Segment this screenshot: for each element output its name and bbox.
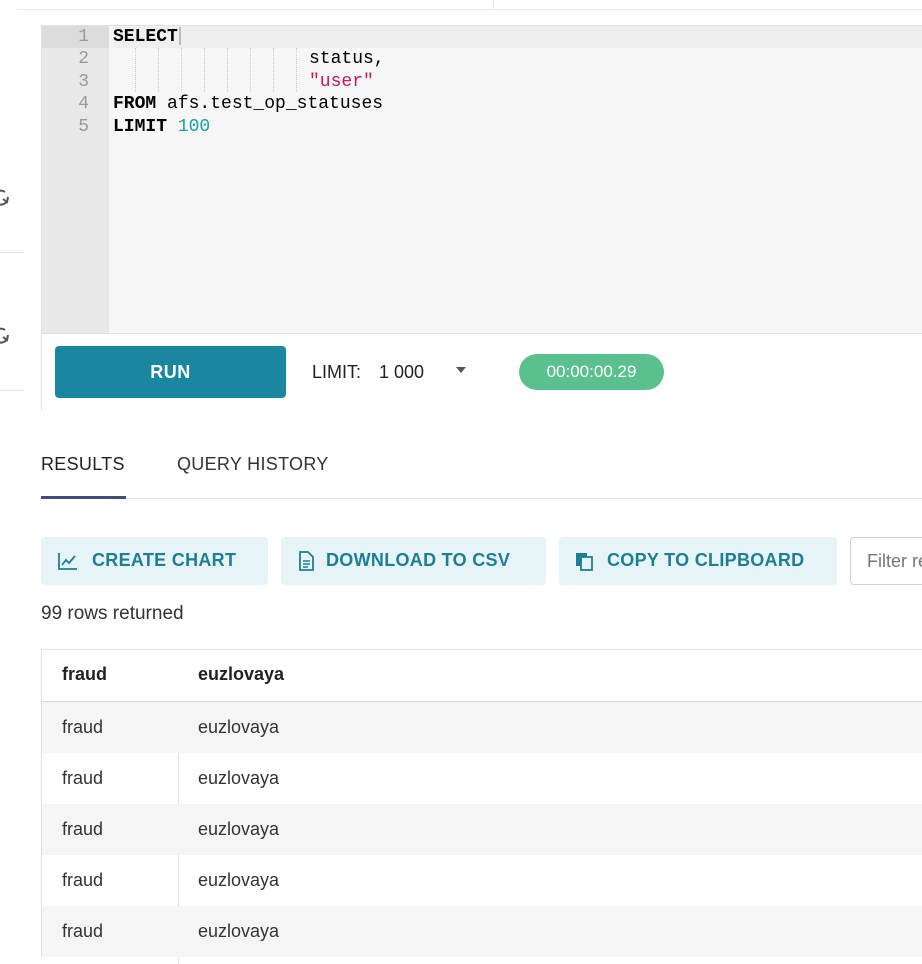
refresh-icon[interactable] xyxy=(0,326,10,346)
download-csv-label: DOWNLOAD TO CSV xyxy=(326,550,511,570)
top-tab-strip xyxy=(18,0,922,10)
sql-editor-panel: 1 2 3 4 5 SELECT status, "user" FROM afs… xyxy=(41,25,922,412)
active-line-highlight xyxy=(113,26,922,48)
table-row: fraud euzlovaya xyxy=(42,906,922,957)
number-literal: 100 xyxy=(177,117,211,137)
line-number: 2 xyxy=(78,49,89,69)
filter-results-input[interactable] xyxy=(850,537,922,585)
keyword-from: FROM xyxy=(113,94,157,114)
table-cell: euzlovaya xyxy=(198,768,280,788)
table-header: fraud euzlovaya xyxy=(42,650,922,702)
create-chart-button[interactable]: CREATE CHART xyxy=(41,537,268,585)
table-cell: fraud xyxy=(62,921,104,941)
line-chart-icon xyxy=(57,550,79,572)
copy-clipboard-label: COPY TO CLIPBOARD xyxy=(607,550,805,570)
column-header[interactable]: fraud xyxy=(62,664,107,685)
results-tabs: RESULTS QUERY HISTORY xyxy=(41,440,922,499)
tab-results[interactable]: RESULTS xyxy=(41,454,125,475)
indent-guide xyxy=(204,48,205,92)
line-number: 1 xyxy=(78,27,89,47)
table-cell: euzlovaya xyxy=(198,819,280,839)
column-header[interactable]: euzlovaya xyxy=(198,664,284,685)
run-button[interactable]: RUN xyxy=(55,346,286,398)
copy-clipboard-button[interactable]: COPY TO CLIPBOARD xyxy=(559,537,837,585)
code-line-5: LIMIT 100 xyxy=(113,116,210,138)
active-tab-indicator xyxy=(41,496,126,499)
indent-guide xyxy=(135,48,136,92)
table-row: fraud euzlovaya xyxy=(42,702,922,753)
line-number: 4 xyxy=(78,94,89,114)
results-table: fraud euzlovaya fraud euzlovaya fraud eu… xyxy=(41,649,922,964)
limit-label: LIMIT: xyxy=(312,362,362,382)
tab-query-history[interactable]: QUERY HISTORY xyxy=(177,454,329,475)
keyword-limit: LIMIT xyxy=(113,117,168,137)
code-line-1: SELECT xyxy=(113,26,181,48)
table-cell: euzlovaya xyxy=(198,921,280,941)
indent-guide xyxy=(250,48,251,92)
table-cell: euzlovaya xyxy=(198,717,280,737)
caret-down-icon[interactable] xyxy=(456,367,466,373)
line-number-gutter: 1 2 3 4 5 xyxy=(42,26,109,333)
table-cell: fraud xyxy=(62,819,104,839)
rows-returned-count: 99 rows returned xyxy=(41,603,184,624)
string-literal: "user" xyxy=(309,72,374,92)
indent-guide xyxy=(181,48,182,92)
table-row: fraud euzlovaya xyxy=(42,753,922,804)
table-cell: fraud xyxy=(62,768,104,788)
table-cell: euzlovaya xyxy=(198,870,280,890)
table-cell: fraud xyxy=(62,870,104,890)
code-line-3: "user" xyxy=(309,71,374,93)
sql-editor[interactable]: 1 2 3 4 5 SELECT status, "user" FROM afs… xyxy=(42,26,922,333)
table-row: fraud euzlovaya xyxy=(42,855,922,906)
indent-guide xyxy=(273,48,274,92)
query-timer-badge: 00:00:00.29 xyxy=(519,354,664,390)
line-number: 5 xyxy=(78,117,89,137)
line-number: 3 xyxy=(78,72,89,92)
table-cell: fraud xyxy=(62,717,104,737)
create-chart-label: CREATE CHART xyxy=(92,550,237,570)
indent-guide xyxy=(296,48,297,92)
rail-divider xyxy=(0,390,24,391)
table-identifier: afs.test_op_statuses xyxy=(156,94,384,114)
limit-select[interactable]: 1 000 xyxy=(379,362,424,383)
download-csv-button[interactable]: DOWNLOAD TO CSV xyxy=(281,537,546,585)
indent-guide xyxy=(158,48,159,92)
clipboard-icon xyxy=(573,550,595,572)
code-line-4: FROM afs.test_op_statuses xyxy=(113,93,383,115)
code-line-2: status, xyxy=(309,49,385,69)
left-rail xyxy=(0,0,24,963)
refresh-icon[interactable] xyxy=(0,188,10,208)
keyword-select: SELECT xyxy=(113,27,178,47)
indent-guide xyxy=(227,48,228,92)
document-icon xyxy=(295,550,317,572)
table-row: fraud euzlovaya xyxy=(42,804,922,855)
rail-divider xyxy=(0,252,24,253)
editor-toolbar: RUN LIMIT: 1 000 00:00:00.29 xyxy=(42,333,922,412)
tab-strip-divider xyxy=(493,0,494,9)
text-cursor xyxy=(178,27,181,46)
